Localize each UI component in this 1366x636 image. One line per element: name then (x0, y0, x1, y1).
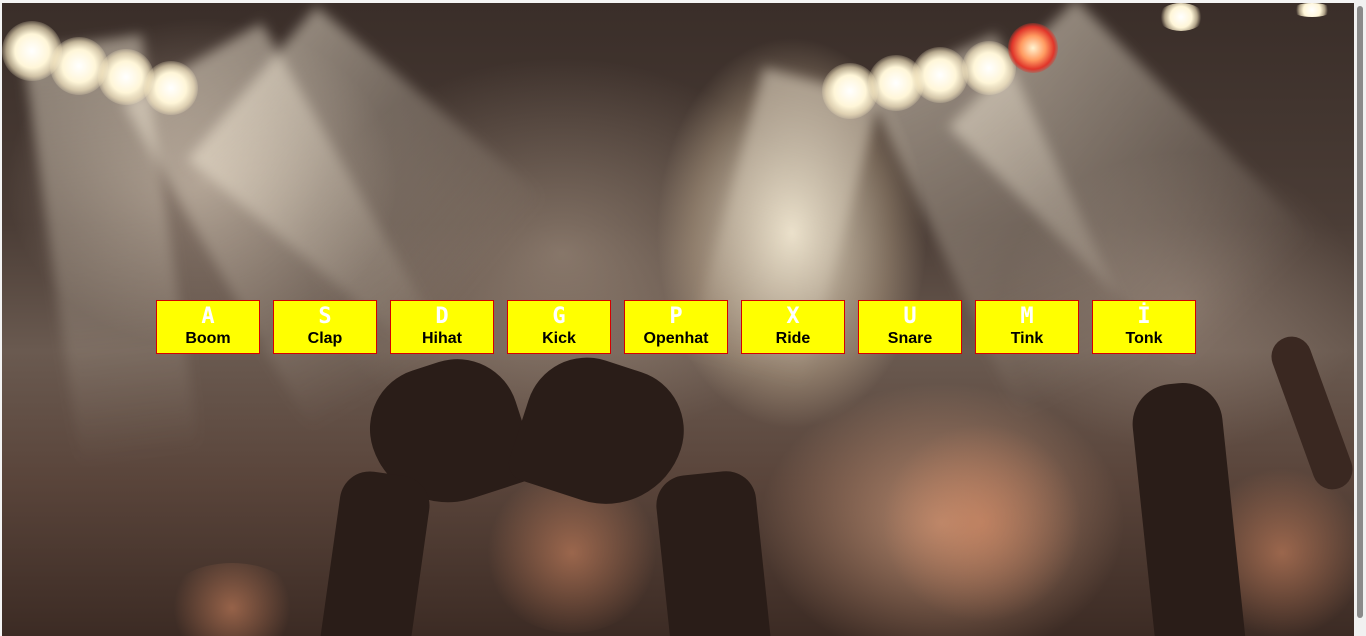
drum-key-tonk[interactable]: İ Tonk (1092, 300, 1196, 354)
drum-key-clap[interactable]: S Clap (273, 300, 377, 354)
drum-key-hihat[interactable]: D Hihat (390, 300, 494, 354)
drum-key-ride[interactable]: X Ride (741, 300, 845, 354)
key-letter: X (786, 304, 800, 329)
sound-label: Snare (887, 330, 933, 347)
key-letter: G (552, 304, 566, 329)
key-letter: D (435, 304, 449, 329)
drum-key-kick[interactable]: G Kick (507, 300, 611, 354)
sound-label: Kick (542, 330, 576, 347)
drum-keys: A Boom S Clap D Hihat G Kick P Openhat X… (156, 300, 1196, 354)
page-viewport: A Boom S Clap D Hihat G Kick P Openhat X… (0, 0, 1366, 636)
key-letter: İ (1137, 304, 1151, 329)
sound-label: Tonk (1125, 330, 1163, 347)
drum-key-boom[interactable]: A Boom (156, 300, 260, 354)
vertical-scrollbar[interactable] (1354, 0, 1366, 636)
sound-label: Clap (307, 330, 343, 347)
key-letter: M (1020, 304, 1034, 329)
key-letter: S (318, 304, 332, 329)
key-letter: P (669, 304, 683, 329)
sound-label: Hihat (422, 330, 462, 347)
scrollbar-thumb[interactable] (1357, 6, 1363, 618)
key-letter: A (201, 304, 215, 329)
drum-key-snare[interactable]: U Snare (858, 300, 962, 354)
drum-key-openhat[interactable]: P Openhat (624, 300, 728, 354)
sound-label: Boom (185, 330, 231, 347)
sound-label: Openhat (643, 330, 709, 347)
drum-key-tink[interactable]: M Tink (975, 300, 1079, 354)
sound-label: Ride (775, 330, 811, 347)
top-edge (0, 0, 1366, 3)
sound-label: Tink (1010, 330, 1044, 347)
key-letter: U (903, 304, 917, 329)
left-edge (0, 0, 2, 636)
